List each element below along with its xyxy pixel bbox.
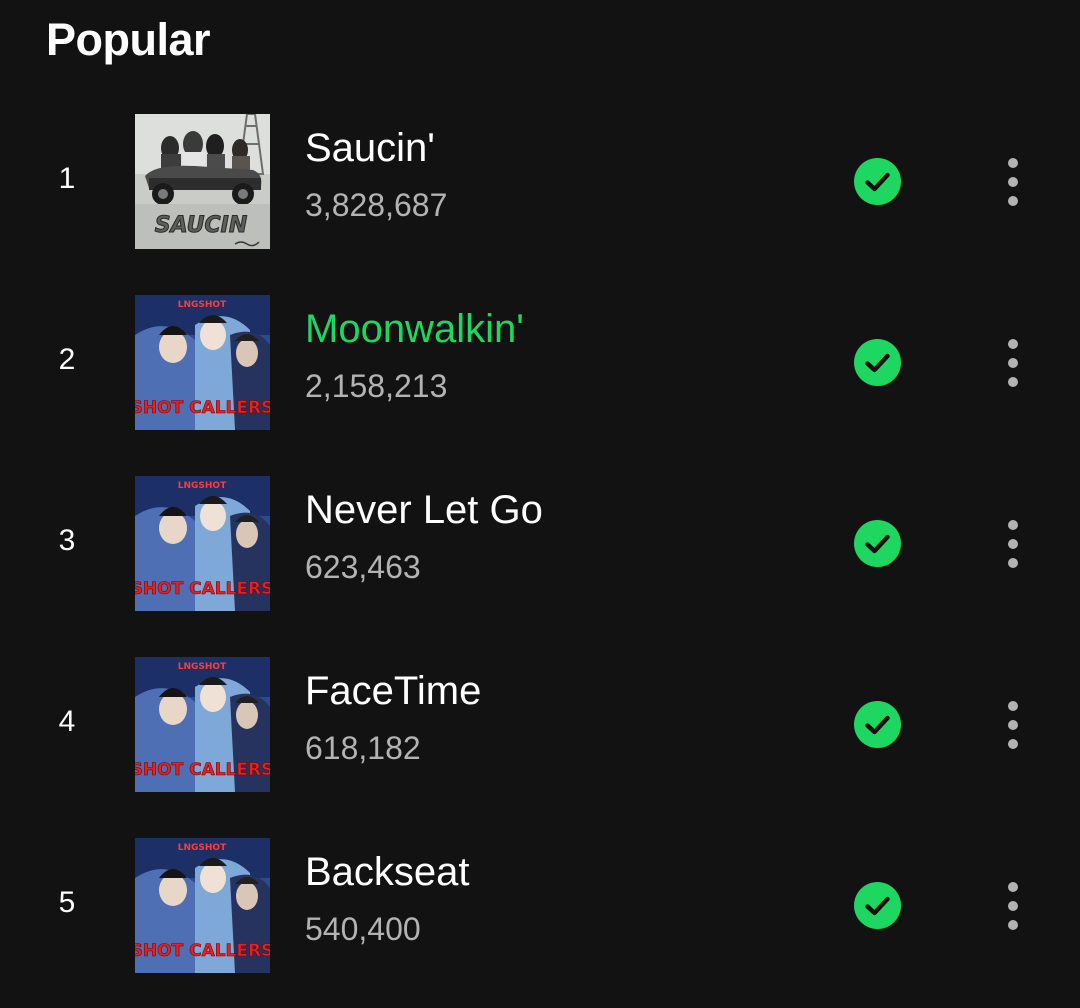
more-options-button[interactable]	[992, 146, 1034, 218]
track-rank: 4	[58, 705, 76, 738]
more-dot	[1008, 901, 1018, 911]
track-row[interactable]: 1 SAUCIN Saucin' 3,828,687	[0, 106, 1080, 256]
album-title-text: SHOT CALLERS	[135, 941, 270, 961]
album-art-shot-callers: LNGSHOT SHOT CALLERS	[135, 295, 270, 430]
more-dot	[1008, 739, 1018, 749]
more-vertical-icon	[1008, 520, 1018, 530]
track-row[interactable]: 4 LNGSHOT SHOT CALLERS FaceTime 618,182	[0, 649, 1080, 799]
album-art-image: LNGSHOT SHOT CALLERS	[135, 838, 270, 973]
more-options-button[interactable]	[992, 870, 1034, 942]
album-title-text: SHOT CALLERS	[135, 398, 270, 418]
track-play-count: 540,400	[305, 911, 421, 947]
album-label-text: LNGSHOT	[178, 843, 227, 853]
track-title[interactable]: FaceTime	[305, 667, 481, 715]
album-label-text: LNGSHOT	[178, 662, 227, 672]
more-dot	[1008, 558, 1018, 568]
track-row[interactable]: 2 LNGSHOT SHOT CALLERS Moonwalkin' 2,158…	[0, 287, 1080, 437]
more-vertical-icon	[1008, 882, 1018, 892]
track-title[interactable]: Never Let Go	[305, 486, 543, 534]
track-row[interactable]: 5 LNGSHOT SHOT CALLERS Backseat 540,400	[0, 830, 1080, 980]
check-circle-icon[interactable]	[854, 520, 901, 567]
album-art-image: LNGSHOT SHOT CALLERS	[135, 657, 270, 792]
track-title[interactable]: Backseat	[305, 848, 470, 896]
more-vertical-icon	[1008, 701, 1018, 711]
album-art-shot-callers: LNGSHOT SHOT CALLERS	[135, 838, 270, 973]
track-rank: 2	[58, 343, 76, 376]
album-title-text: SHOT CALLERS	[135, 579, 270, 599]
more-dot	[1008, 377, 1018, 387]
album-art-image: LNGSHOT SHOT CALLERS	[135, 476, 270, 611]
album-art-shot-callers: LNGSHOT SHOT CALLERS	[135, 476, 270, 611]
check-circle-icon[interactable]	[854, 339, 901, 386]
album-art-image: LNGSHOT SHOT CALLERS	[135, 295, 270, 430]
check-circle-icon[interactable]	[854, 701, 901, 748]
more-dot	[1008, 720, 1018, 730]
album-label-text: LNGSHOT	[178, 300, 227, 310]
track-row[interactable]: 3 LNGSHOT SHOT CALLERS Never Let Go 623,…	[0, 468, 1080, 618]
album-art-image: SAUCIN	[135, 114, 270, 249]
track-rank: 3	[58, 524, 76, 557]
album-title-text: SHOT CALLERS	[135, 760, 270, 780]
more-dot	[1008, 196, 1018, 206]
track-rank: 5	[58, 886, 76, 919]
album-label-text: LNGSHOT	[178, 481, 227, 491]
more-vertical-icon	[1008, 158, 1018, 168]
more-dot	[1008, 920, 1018, 930]
album-logo-text: SAUCIN	[155, 213, 248, 238]
more-options-button[interactable]	[992, 689, 1034, 761]
more-dot	[1008, 358, 1018, 368]
more-dot	[1008, 177, 1018, 187]
track-play-count: 3,828,687	[305, 187, 448, 223]
track-play-count: 2,158,213	[305, 368, 448, 404]
more-options-button[interactable]	[992, 508, 1034, 580]
track-play-count: 618,182	[305, 730, 421, 766]
more-vertical-icon	[1008, 339, 1018, 349]
album-art-shot-callers: LNGSHOT SHOT CALLERS	[135, 657, 270, 792]
more-options-button[interactable]	[992, 327, 1034, 399]
track-title[interactable]: Saucin'	[305, 124, 435, 172]
check-circle-icon[interactable]	[854, 158, 901, 205]
album-art-saucin: SAUCIN	[135, 114, 270, 249]
track-title-now-playing[interactable]: Moonwalkin'	[305, 305, 524, 353]
popular-track-list: 1 SAUCIN Saucin' 3,828,687 2 LNGSHOT SHO…	[0, 0, 1080, 1008]
check-circle-icon[interactable]	[854, 882, 901, 929]
track-play-count: 623,463	[305, 549, 421, 585]
more-dot	[1008, 539, 1018, 549]
track-rank: 1	[58, 162, 76, 195]
